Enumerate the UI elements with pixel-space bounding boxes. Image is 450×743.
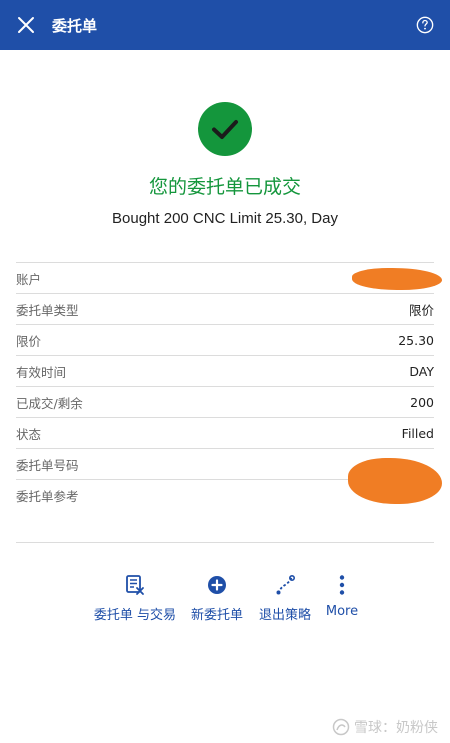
header-title: 委托单 — [52, 17, 98, 35]
orders-trades-label: 委托单 与交易 — [93, 608, 177, 623]
redaction-mark-account — [352, 268, 442, 290]
section-divider — [16, 542, 434, 543]
orders-trades-icon — [126, 575, 144, 595]
new-order-label: 新委托单 — [190, 608, 243, 623]
detail-row-limit-price: 限价 25.30 — [16, 325, 434, 356]
exit-strategy-icon — [276, 574, 296, 595]
action-bar: 委托单 与交易 新委托单 退出策略 More — [0, 574, 450, 624]
exit-strategy-button[interactable]: 退出策略 — [254, 574, 316, 623]
checkmark-circle-icon — [198, 102, 252, 156]
order-status-title: 您的委托单已成交 — [148, 176, 301, 198]
detail-row-validity: 有效时间 DAY — [16, 356, 434, 387]
more-label: More — [325, 604, 359, 619]
more-vertical-icon — [339, 575, 345, 595]
orders-trades-button[interactable]: 委托单 与交易 — [90, 574, 180, 623]
close-icon[interactable] — [14, 13, 38, 37]
detail-label: 状态 — [16, 426, 42, 442]
snowball-logo-icon — [332, 718, 350, 736]
detail-value: 25.30 — [398, 332, 434, 348]
detail-label: 委托单参考 — [16, 489, 79, 504]
detail-label: 委托单类型 — [16, 302, 79, 318]
app-header: 委托单 — [0, 0, 450, 50]
detail-value: DAY — [409, 363, 434, 379]
watermark-text: 雪球：奶粉侠 — [354, 720, 438, 736]
help-icon[interactable] — [416, 16, 434, 34]
detail-value: 200 — [410, 394, 434, 410]
detail-row-order-type: 委托单类型 限价 — [16, 294, 434, 325]
detail-row-filled-remaining: 已成交/剩余 200 — [16, 387, 434, 418]
detail-row-status: 状态 Filled — [16, 418, 434, 449]
detail-label: 已成交/剩余 — [16, 395, 83, 411]
detail-value: 限价 — [408, 302, 434, 318]
plus-circle-icon — [208, 576, 226, 594]
new-order-button[interactable]: 新委托单 — [186, 574, 248, 623]
detail-label: 委托单号码 — [16, 457, 79, 473]
detail-label: 账户 — [16, 271, 42, 287]
detail-value: Filled — [401, 425, 434, 441]
detail-label: 有效时间 — [16, 364, 67, 380]
order-description: Bought 200 CNC Limit 25.30, Day — [112, 210, 338, 227]
more-button[interactable]: More — [322, 574, 362, 619]
watermark: 雪球：奶粉侠 — [332, 717, 438, 737]
exit-strategy-label: 退出策略 — [258, 608, 311, 623]
detail-label: 限价 — [16, 333, 42, 349]
